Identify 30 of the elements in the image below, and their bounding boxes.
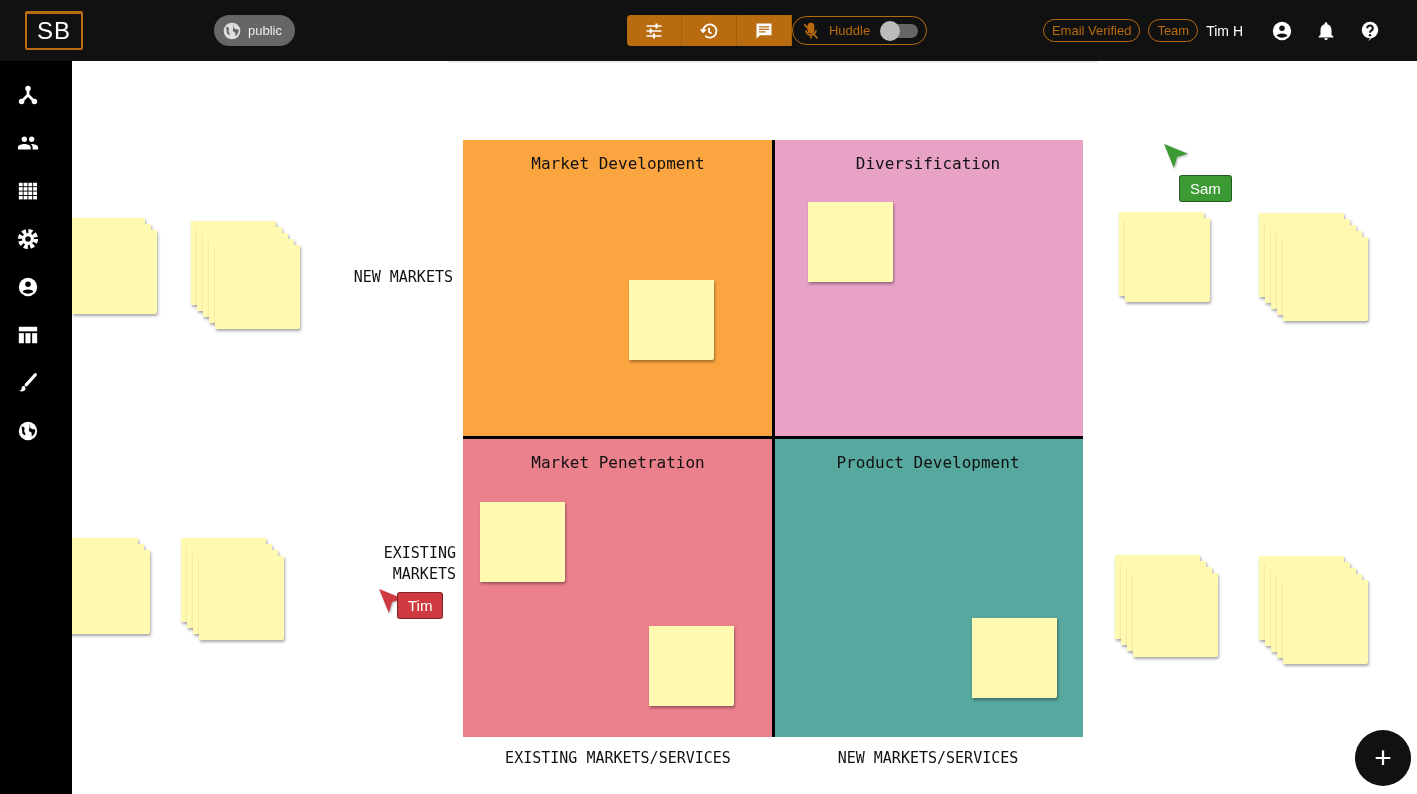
quadrant-title: Market Penetration [531,452,705,472]
help-icon[interactable] [1359,19,1381,42]
brush-icon[interactable] [17,372,39,394]
logo[interactable]: SB [25,11,83,50]
grid-icon[interactable] [17,180,39,202]
visibility-button[interactable]: public [214,15,295,46]
quadrant-title: Market Development [531,154,705,173]
user-name: Tim H [1206,22,1243,39]
account-icon[interactable] [17,276,39,298]
quadrant-title: Product Development [836,452,1020,472]
mic-off-icon [801,20,821,41]
settings-icon[interactable] [17,228,39,250]
history-button[interactable] [682,15,737,46]
huddle-toggle[interactable] [882,23,918,38]
history-icon [699,20,719,41]
axis-label: NEW MARKETS/SERVICES [837,749,1019,767]
account-icon[interactable] [1271,19,1293,42]
axis-label: EXISTING MARKETS [382,543,456,585]
chat-button[interactable] [737,15,792,46]
axis-label: NEW MARKETS [353,267,453,288]
settings-sliders-button[interactable] [627,15,682,46]
huddle-label: Huddle [828,23,871,38]
globe-icon [222,20,242,41]
quadrant-title: Diversification [855,154,1001,173]
axis-label: EXISTING MARKETS/SERVICES [505,749,731,767]
network-icon[interactable] [17,84,39,106]
cursor-name-tag: Sam [1179,175,1232,202]
globe-icon[interactable] [17,420,39,442]
table-icon[interactable] [17,324,39,346]
add-button[interactable]: + [1355,730,1411,786]
